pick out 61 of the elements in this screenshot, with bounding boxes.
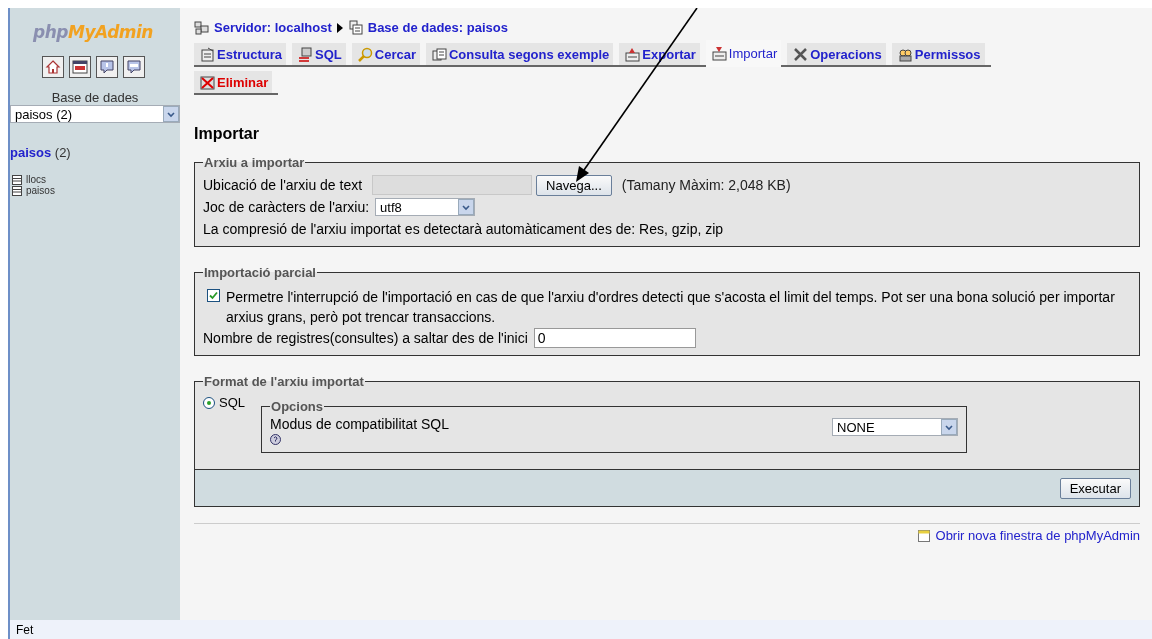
radio-label: SQL xyxy=(219,395,245,410)
new-window-link[interactable]: Obrir nova finestra de phpMyAdmin xyxy=(935,528,1140,543)
tab[interactable]: Estructura xyxy=(194,43,287,67)
panel-legend: Importació parcial xyxy=(203,265,317,280)
database-select[interactable]: paisos (2) xyxy=(10,105,180,123)
sql-query-icon xyxy=(125,59,142,75)
file-path-field[interactable] xyxy=(372,175,533,195)
help-icon xyxy=(98,59,115,75)
table-import-icon xyxy=(711,45,727,61)
panel-legend: Format de l'arxiu importat xyxy=(203,374,365,389)
tab[interactable]: SQL xyxy=(292,43,346,67)
page-heading: Importar xyxy=(194,125,260,143)
server-icon xyxy=(194,20,209,35)
charset-select[interactable]: utf8 xyxy=(375,198,476,216)
help-icon[interactable] xyxy=(270,434,281,445)
table-link[interactable]: llocs xyxy=(26,174,46,185)
tab[interactable]: Cercar xyxy=(351,43,420,67)
magnifier-icon xyxy=(357,47,373,62)
database-icon xyxy=(347,20,363,35)
database-label: Base de dades xyxy=(50,90,140,105)
tab[interactable]: Eliminar xyxy=(194,71,273,95)
checkmark-icon xyxy=(209,291,218,300)
field-label: Ubicació de l'arxiu de text xyxy=(203,177,363,193)
table-icon[interactable] xyxy=(12,185,22,196)
table-grid-icon xyxy=(431,47,447,62)
field-label: Nombre de registres(consultes) a saltar des de l'inici xyxy=(203,330,528,346)
sql-window-button[interactable] xyxy=(68,56,91,78)
tab[interactable]: Consulta segons exemple xyxy=(425,43,614,67)
triangle-right-icon xyxy=(336,22,343,33)
breadcrumb-link[interactable]: Servidor: localhost xyxy=(214,20,332,35)
sql-icon xyxy=(298,47,314,62)
tab[interactable]: Permissos xyxy=(891,43,985,67)
breadcrumb-link[interactable]: Base de dades: paisos xyxy=(367,20,508,35)
execute-button[interactable]: Executar xyxy=(1059,477,1131,499)
checkbox-label: Permetre l'interrupció de l'importació en cas de que l'arxiu d'ordres detecti que s'acosta el limit del temps. Pot ser una bona solució per importar arxius grans, però pot trencar transaccions. xyxy=(226,288,1116,327)
table-icon[interactable] xyxy=(12,174,22,185)
browse-button[interactable]: Navega... xyxy=(536,174,612,196)
skip-count-field[interactable]: 0 xyxy=(533,328,696,348)
format-radio[interactable] xyxy=(203,397,215,409)
database-link[interactable]: paisos xyxy=(10,145,52,160)
sql-window-icon xyxy=(71,59,88,75)
max-size-note: (Tamany Màxim: 2,048 KB) xyxy=(621,177,791,193)
panel-legend: Arxiu a importar xyxy=(203,155,306,170)
table-link[interactable]: paisos xyxy=(26,185,55,196)
compression-note: La compresió de l'arxiu importat es detectarà automàticament des de: Res, gzip, zip xyxy=(203,220,725,239)
table-count: (2) xyxy=(54,145,71,160)
field-label: Joc de caràcters de l'arxiu: xyxy=(203,199,370,215)
sql-query-button[interactable] xyxy=(122,56,145,78)
panel-legend: Opcions xyxy=(270,399,325,414)
table-structure-icon xyxy=(200,47,215,62)
tab[interactable]: Operacions xyxy=(787,43,886,67)
field-label: Modus de compatibilitat SQL xyxy=(270,416,449,432)
window-icon xyxy=(917,529,930,542)
compatibility-select[interactable]: NONE xyxy=(832,418,958,436)
table-export-icon xyxy=(625,47,641,62)
status-bar: Fet xyxy=(8,620,1152,639)
delete-table-icon xyxy=(200,75,215,90)
home-icon xyxy=(44,59,61,75)
allow-interrupt-checkbox[interactable] xyxy=(207,289,220,302)
help-button[interactable] xyxy=(95,56,118,78)
home-button[interactable] xyxy=(41,56,64,78)
